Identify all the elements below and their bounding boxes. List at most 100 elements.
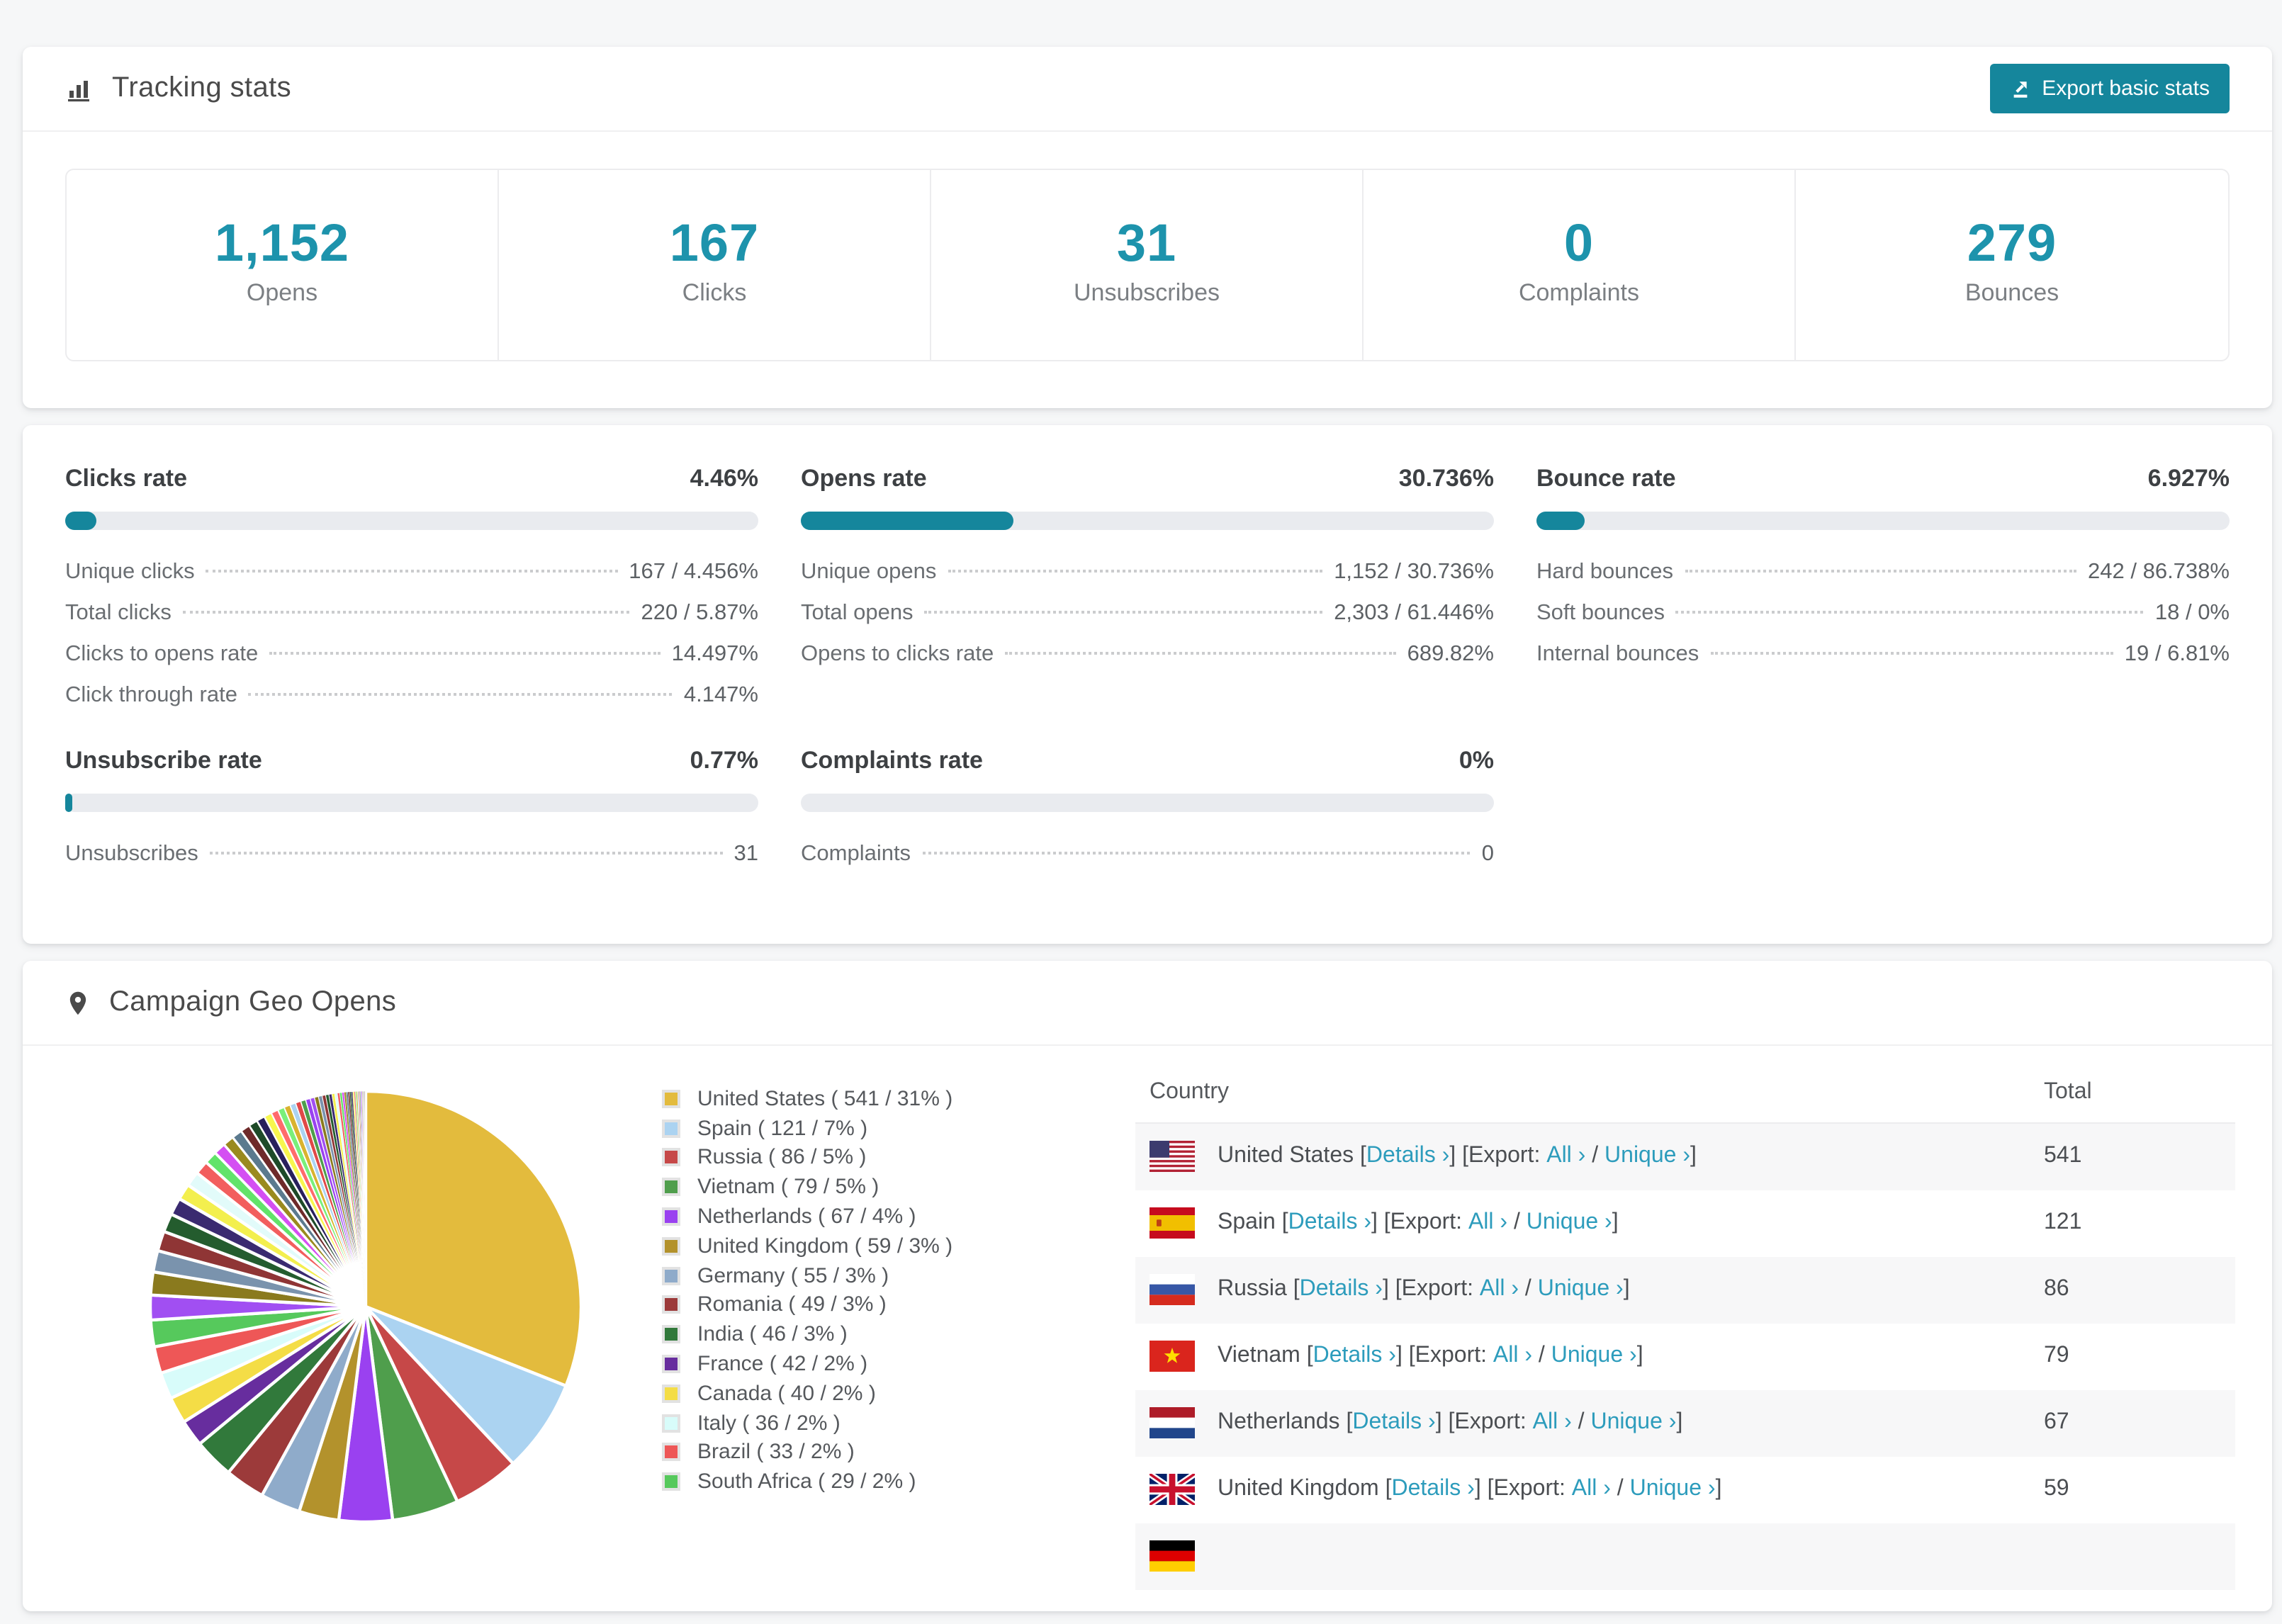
legend-swatch — [662, 1266, 680, 1285]
table-row-vietnam: Vietnam [Details ›] [Export: All › / Uni… — [1135, 1323, 2235, 1389]
legend-item-vietnam: Vietnam ( 79 / 5% ) — [662, 1173, 1087, 1202]
dotted-leader — [248, 693, 673, 696]
rate-row-unique-clicks: Unique clicks 167 / 4.456% — [65, 560, 758, 601]
rate-block-clicks-rate: Clicks rate 4.46% Unique clicks 167 / 4.456… — [65, 465, 758, 724]
total-value: 86 — [2044, 1277, 2069, 1301]
legend-label: Canada ( 40 / 2% ) — [697, 1381, 876, 1406]
geo-opens-header: Campaign Geo Opens — [23, 961, 2272, 1046]
rate-row-label: Unsubscribes — [65, 842, 198, 866]
flag-gb-icon — [1150, 1474, 1195, 1505]
details-link[interactable]: Details › — [1300, 1277, 1383, 1302]
details-link[interactable]: Details › — [1288, 1210, 1371, 1236]
rate-row-value: 0 — [1481, 842, 1494, 866]
stat-bounces: 279 Bounces — [1796, 170, 2228, 360]
slash-separator: / — [1610, 1477, 1630, 1501]
rate-row-opens-to-clicks-rate: Opens to clicks rate 689.82% — [801, 642, 1494, 683]
export-unique-link[interactable]: Unique › — [1527, 1210, 1612, 1236]
table-row-spain: Spain [Details ›] [Export: All › / Uniqu… — [1135, 1190, 2235, 1256]
export-basic-stats-button[interactable]: Export basic stats — [1989, 64, 2230, 113]
legend-swatch — [662, 1148, 680, 1167]
flag-nl-icon — [1150, 1407, 1195, 1438]
export-all-link[interactable]: All › — [1546, 1144, 1585, 1170]
rate-row-soft-bounces: Soft bounces 18 / 0% — [1536, 601, 2230, 642]
dotted-leader — [209, 852, 723, 855]
flag-es-icon — [1150, 1207, 1195, 1239]
export-all-link[interactable]: All › — [1533, 1410, 1572, 1436]
export-all-link[interactable]: All › — [1572, 1477, 1611, 1502]
legend-label: United States ( 541 / 31% ) — [697, 1086, 953, 1111]
export-all-link[interactable]: All › — [1468, 1210, 1507, 1236]
rate-progress-track — [65, 512, 758, 530]
legend-label: Romania ( 49 / 3% ) — [697, 1292, 887, 1317]
stat-label: Clicks — [682, 278, 747, 306]
details-link[interactable]: Details › — [1391, 1477, 1474, 1502]
rate-row-value: 4.147% — [683, 683, 758, 707]
table-row-united-kingdom: United Kingdom [Details ›] [Export: All … — [1135, 1456, 2235, 1523]
legend-swatch — [662, 1178, 680, 1197]
total-value: 541 — [2044, 1144, 2082, 1168]
dashboard: Tracking stats Export basic stats 1,152 O… — [0, 0, 2282, 1624]
rate-row-total-clicks: Total clicks 220 / 5.87% — [65, 601, 758, 642]
legend-label: United Kingdom ( 59 / 3% ) — [697, 1234, 953, 1258]
stat-value: 167 — [669, 214, 760, 272]
export-unique-link[interactable]: Unique › — [1551, 1343, 1637, 1369]
export-unique-link[interactable]: Unique › — [1590, 1410, 1676, 1436]
close-bracket: ] — [1690, 1144, 1697, 1168]
legend-swatch — [662, 1119, 680, 1138]
export-unique-link[interactable]: Unique › — [1538, 1277, 1624, 1302]
details-link[interactable]: Details › — [1313, 1343, 1396, 1369]
legend-item-italy: Italy ( 36 / 2% ) — [662, 1409, 1087, 1438]
rate-row-label: Complaints — [801, 842, 911, 866]
rate-row-label: Total clicks — [65, 601, 172, 625]
legend-label: Spain ( 121 / 7% ) — [697, 1116, 868, 1141]
total-value: 121 — [2044, 1210, 2082, 1234]
dotted-leader — [924, 611, 1323, 614]
close-bracket: ] — [1715, 1477, 1722, 1501]
rates-grid: Clicks rate 4.46% Unique clicks 167 / 4.456… — [65, 465, 2230, 883]
slash-separator: / — [1507, 1210, 1527, 1234]
stat-complaints: 0 Complaints — [1364, 170, 1796, 360]
rate-row-label: Click through rate — [65, 683, 237, 707]
export-label: ] [Export: — [1435, 1410, 1533, 1434]
dotted-leader — [269, 652, 661, 655]
rate-row-hard-bounces: Hard bounces 242 / 86.738% — [1536, 560, 2230, 601]
rate-block-bounce-rate: Bounce rate 6.927% Hard bounces 242 / 86.73… — [1536, 465, 2230, 724]
legend-swatch — [662, 1325, 680, 1344]
table-row-united-states: United States [Details ›] [Export: All ›… — [1135, 1123, 2235, 1190]
rate-title: Bounce rate — [1536, 465, 1676, 492]
legend-swatch — [662, 1443, 680, 1462]
rate-row-unsubscribes: Unsubscribes 31 — [65, 842, 758, 883]
legend-item-france: France ( 42 / 2% ) — [662, 1349, 1087, 1379]
export-button-label: Export basic stats — [2042, 77, 2210, 101]
flag-us-icon — [1150, 1141, 1195, 1173]
export-icon — [2009, 78, 2030, 99]
rate-title: Complaints rate — [801, 747, 983, 774]
legend-item-united-states: United States ( 541 / 31% ) — [662, 1084, 1087, 1114]
rate-row-value: 31 — [734, 842, 759, 866]
rate-row-unique-opens: Unique opens 1,152 / 30.736% — [801, 560, 1494, 601]
rate-row-label: Total opens — [801, 601, 914, 625]
legend-item-brazil: Brazil ( 33 / 2% ) — [662, 1438, 1087, 1467]
legend-label: Brazil ( 33 / 2% ) — [697, 1440, 855, 1465]
export-all-link[interactable]: All › — [1493, 1343, 1532, 1369]
details-link[interactable]: Details › — [1366, 1144, 1449, 1170]
details-link[interactable]: Details › — [1352, 1410, 1435, 1436]
export-all-link[interactable]: All › — [1480, 1277, 1519, 1302]
stat-clicks: 167 Clicks — [499, 170, 931, 360]
legend-swatch — [662, 1207, 680, 1227]
country-name: United States [ — [1218, 1144, 1366, 1168]
dotted-leader — [1005, 652, 1396, 655]
table-row-netherlands: Netherlands [Details ›] [Export: All › /… — [1135, 1389, 2235, 1456]
rate-value: 0.77% — [690, 747, 758, 774]
rate-progress-fill — [801, 512, 1014, 530]
export-unique-link[interactable]: Unique › — [1604, 1144, 1690, 1170]
legend-item-united-kingdom: United Kingdom ( 59 / 3% ) — [662, 1231, 1087, 1261]
tracking-stats-card: Tracking stats Export basic stats 1,152 O… — [23, 47, 2272, 408]
close-bracket: ] — [1676, 1410, 1683, 1434]
stat-value: 0 — [1563, 214, 1595, 272]
country-name: United Kingdom [ — [1218, 1477, 1392, 1501]
export-unique-link[interactable]: Unique › — [1630, 1477, 1716, 1502]
column-header-total: Total — [2030, 1063, 2235, 1124]
pie-legend: United States ( 541 / 31% ) Spain ( 121 /… — [662, 1084, 1087, 1496]
rate-row-label: Hard bounces — [1536, 560, 1674, 584]
